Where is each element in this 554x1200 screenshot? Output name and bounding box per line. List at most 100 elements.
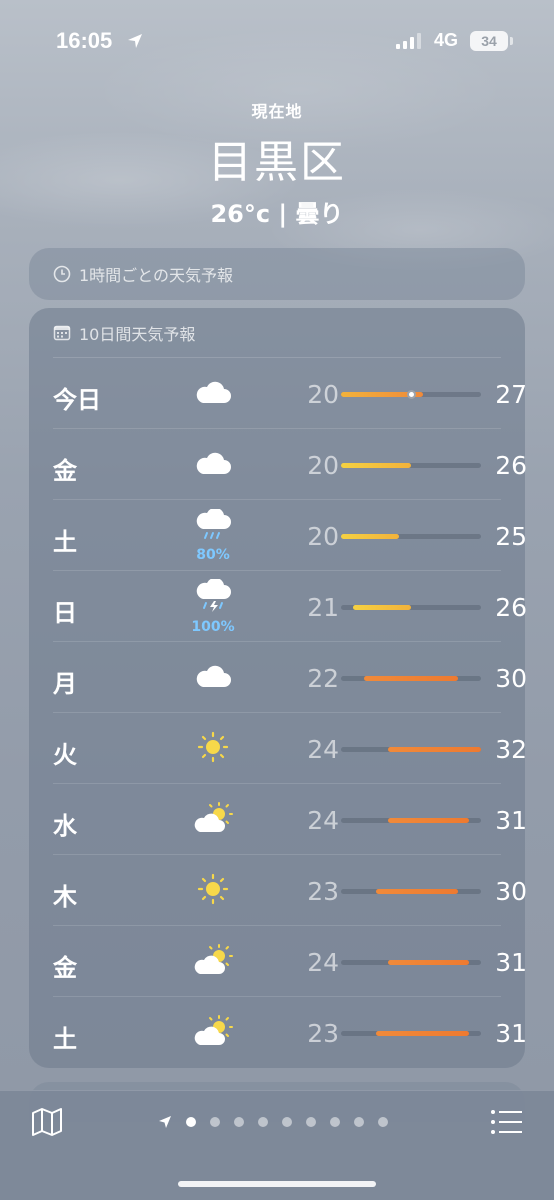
hourly-card-title: 1時間ごとの天気予報 bbox=[79, 266, 234, 285]
page-dot[interactable] bbox=[306, 1117, 316, 1127]
weather-icon-wrap bbox=[191, 713, 235, 784]
temp-range-track bbox=[341, 960, 481, 965]
temp-range-bar bbox=[341, 534, 400, 539]
forecast-row[interactable]: 土 23 31 bbox=[53, 997, 527, 1068]
cloud-thunder-icon bbox=[194, 577, 232, 617]
temp-range-bar bbox=[387, 747, 481, 752]
temp-range-bar bbox=[352, 605, 411, 610]
page-dot[interactable] bbox=[258, 1117, 268, 1127]
high-temp: 26 bbox=[495, 593, 527, 622]
ten-day-card-header: 10日間天気予報 bbox=[53, 308, 501, 358]
high-temp: 26 bbox=[495, 451, 527, 480]
status-time: 16:05 bbox=[56, 28, 113, 53]
page-dot[interactable] bbox=[378, 1117, 388, 1127]
ten-day-card-title: 10日間天気予報 bbox=[79, 324, 196, 344]
temp-range-track bbox=[341, 463, 481, 468]
forecast-day: 金 bbox=[53, 954, 77, 982]
calendar-icon bbox=[53, 325, 71, 340]
partly-cloudy-icon bbox=[192, 943, 234, 980]
forecast-row[interactable]: 金 20 26 bbox=[53, 429, 527, 500]
current-temp-dot bbox=[406, 390, 416, 399]
low-temp: 22 bbox=[307, 664, 339, 693]
temp-range-track bbox=[341, 1031, 481, 1036]
temp-range-bar bbox=[376, 1031, 470, 1036]
temp-range-bar bbox=[341, 463, 411, 468]
signal-icon bbox=[396, 33, 421, 49]
high-temp: 27 bbox=[495, 380, 527, 409]
weather-icon-wrap bbox=[191, 855, 235, 926]
temp-range-track bbox=[341, 747, 481, 752]
page-dot[interactable] bbox=[210, 1117, 220, 1127]
page-dot[interactable] bbox=[282, 1117, 292, 1127]
forecast-rows: 今日 20 27 金 20 26 土 80% 20 25 日 100% 21 26 月 22 30 火 24 32 水 2… bbox=[29, 358, 527, 1068]
forecast-row[interactable]: 土 80% 20 25 bbox=[53, 500, 527, 571]
forecast-day: 木 bbox=[53, 883, 77, 911]
page-dot[interactable] bbox=[330, 1117, 340, 1127]
high-temp: 31 bbox=[495, 948, 527, 977]
forecast-day: 今日 bbox=[53, 386, 101, 414]
location-page-icon[interactable] bbox=[158, 1115, 172, 1129]
weather-icon-wrap: 80% bbox=[191, 500, 235, 571]
hourly-card-header: 1時間ごとの天気予報 bbox=[29, 248, 525, 300]
forecast-row[interactable]: 今日 20 27 bbox=[53, 358, 527, 429]
high-temp: 31 bbox=[495, 806, 527, 835]
forecast-day: 土 bbox=[53, 528, 77, 556]
list-icon[interactable] bbox=[490, 1109, 522, 1135]
clock-icon bbox=[53, 265, 71, 283]
forecast-row[interactable]: 月 22 30 bbox=[53, 642, 527, 713]
high-temp: 31 bbox=[495, 1019, 527, 1048]
forecast-row[interactable]: 水 24 31 bbox=[53, 784, 527, 855]
forecast-day: 日 bbox=[53, 599, 77, 627]
partly-cloudy-icon bbox=[192, 1014, 234, 1051]
sun-icon bbox=[197, 873, 229, 909]
low-temp: 24 bbox=[307, 948, 339, 977]
high-temp: 25 bbox=[495, 522, 527, 551]
low-temp: 20 bbox=[307, 522, 339, 551]
temp-range-bar bbox=[387, 960, 470, 965]
weather-icon-wrap bbox=[191, 926, 235, 997]
temp-range-bar bbox=[387, 818, 470, 823]
home-indicator bbox=[178, 1181, 376, 1187]
low-temp: 21 bbox=[307, 593, 339, 622]
battery-icon: 34 bbox=[470, 31, 513, 51]
temp-range-track bbox=[341, 676, 481, 681]
cloud-icon bbox=[194, 663, 232, 693]
weather-icon-wrap bbox=[191, 784, 235, 855]
low-temp: 23 bbox=[307, 1019, 339, 1048]
precip-chance: 80% bbox=[196, 546, 230, 563]
cloud-rain-icon bbox=[194, 507, 232, 545]
forecast-row[interactable]: 木 23 30 bbox=[53, 855, 527, 926]
cloud-icon bbox=[194, 379, 232, 409]
ten-day-forecast-card[interactable]: 10日間天気予報 今日 20 27 金 20 26 土 80% 20 25 日 100% 21 26 月 22… bbox=[29, 308, 527, 1068]
forecast-day: 水 bbox=[53, 812, 77, 840]
network-type: 4G bbox=[434, 30, 459, 50]
forecast-row[interactable]: 火 24 32 bbox=[53, 713, 527, 784]
high-temp: 30 bbox=[495, 664, 527, 693]
location-arrow-icon bbox=[128, 34, 142, 48]
temp-range-track bbox=[341, 818, 481, 823]
low-temp: 23 bbox=[307, 877, 339, 906]
sun-icon bbox=[197, 731, 229, 767]
high-temp: 30 bbox=[495, 877, 527, 906]
temp-range-track bbox=[341, 390, 481, 399]
low-temp: 20 bbox=[307, 380, 339, 409]
current-condition: 26°c | 曇り bbox=[210, 200, 344, 228]
low-temp: 24 bbox=[307, 735, 339, 764]
page-dot[interactable] bbox=[234, 1117, 244, 1127]
temp-range-track bbox=[341, 889, 481, 894]
weather-icon-wrap bbox=[191, 429, 235, 500]
forecast-row[interactable]: 日 100% 21 26 bbox=[53, 571, 527, 642]
temp-range-bar bbox=[376, 889, 458, 894]
map-icon[interactable] bbox=[30, 1107, 64, 1137]
page-indicator[interactable] bbox=[158, 1115, 388, 1129]
weather-icon-wrap bbox=[191, 642, 235, 713]
cloud-icon bbox=[194, 450, 232, 480]
location-header: 現在地 目黒区 26°c | 曇り bbox=[0, 98, 554, 229]
hourly-forecast-card[interactable]: 1時間ごとの天気予報 bbox=[29, 248, 525, 300]
forecast-row[interactable]: 金 24 31 bbox=[53, 926, 527, 997]
page-dot[interactable] bbox=[354, 1117, 364, 1127]
partly-cloudy-icon bbox=[192, 801, 234, 838]
location-label: 現在地 bbox=[251, 102, 303, 121]
forecast-day: 月 bbox=[53, 670, 77, 698]
page-dot[interactable] bbox=[186, 1117, 196, 1127]
